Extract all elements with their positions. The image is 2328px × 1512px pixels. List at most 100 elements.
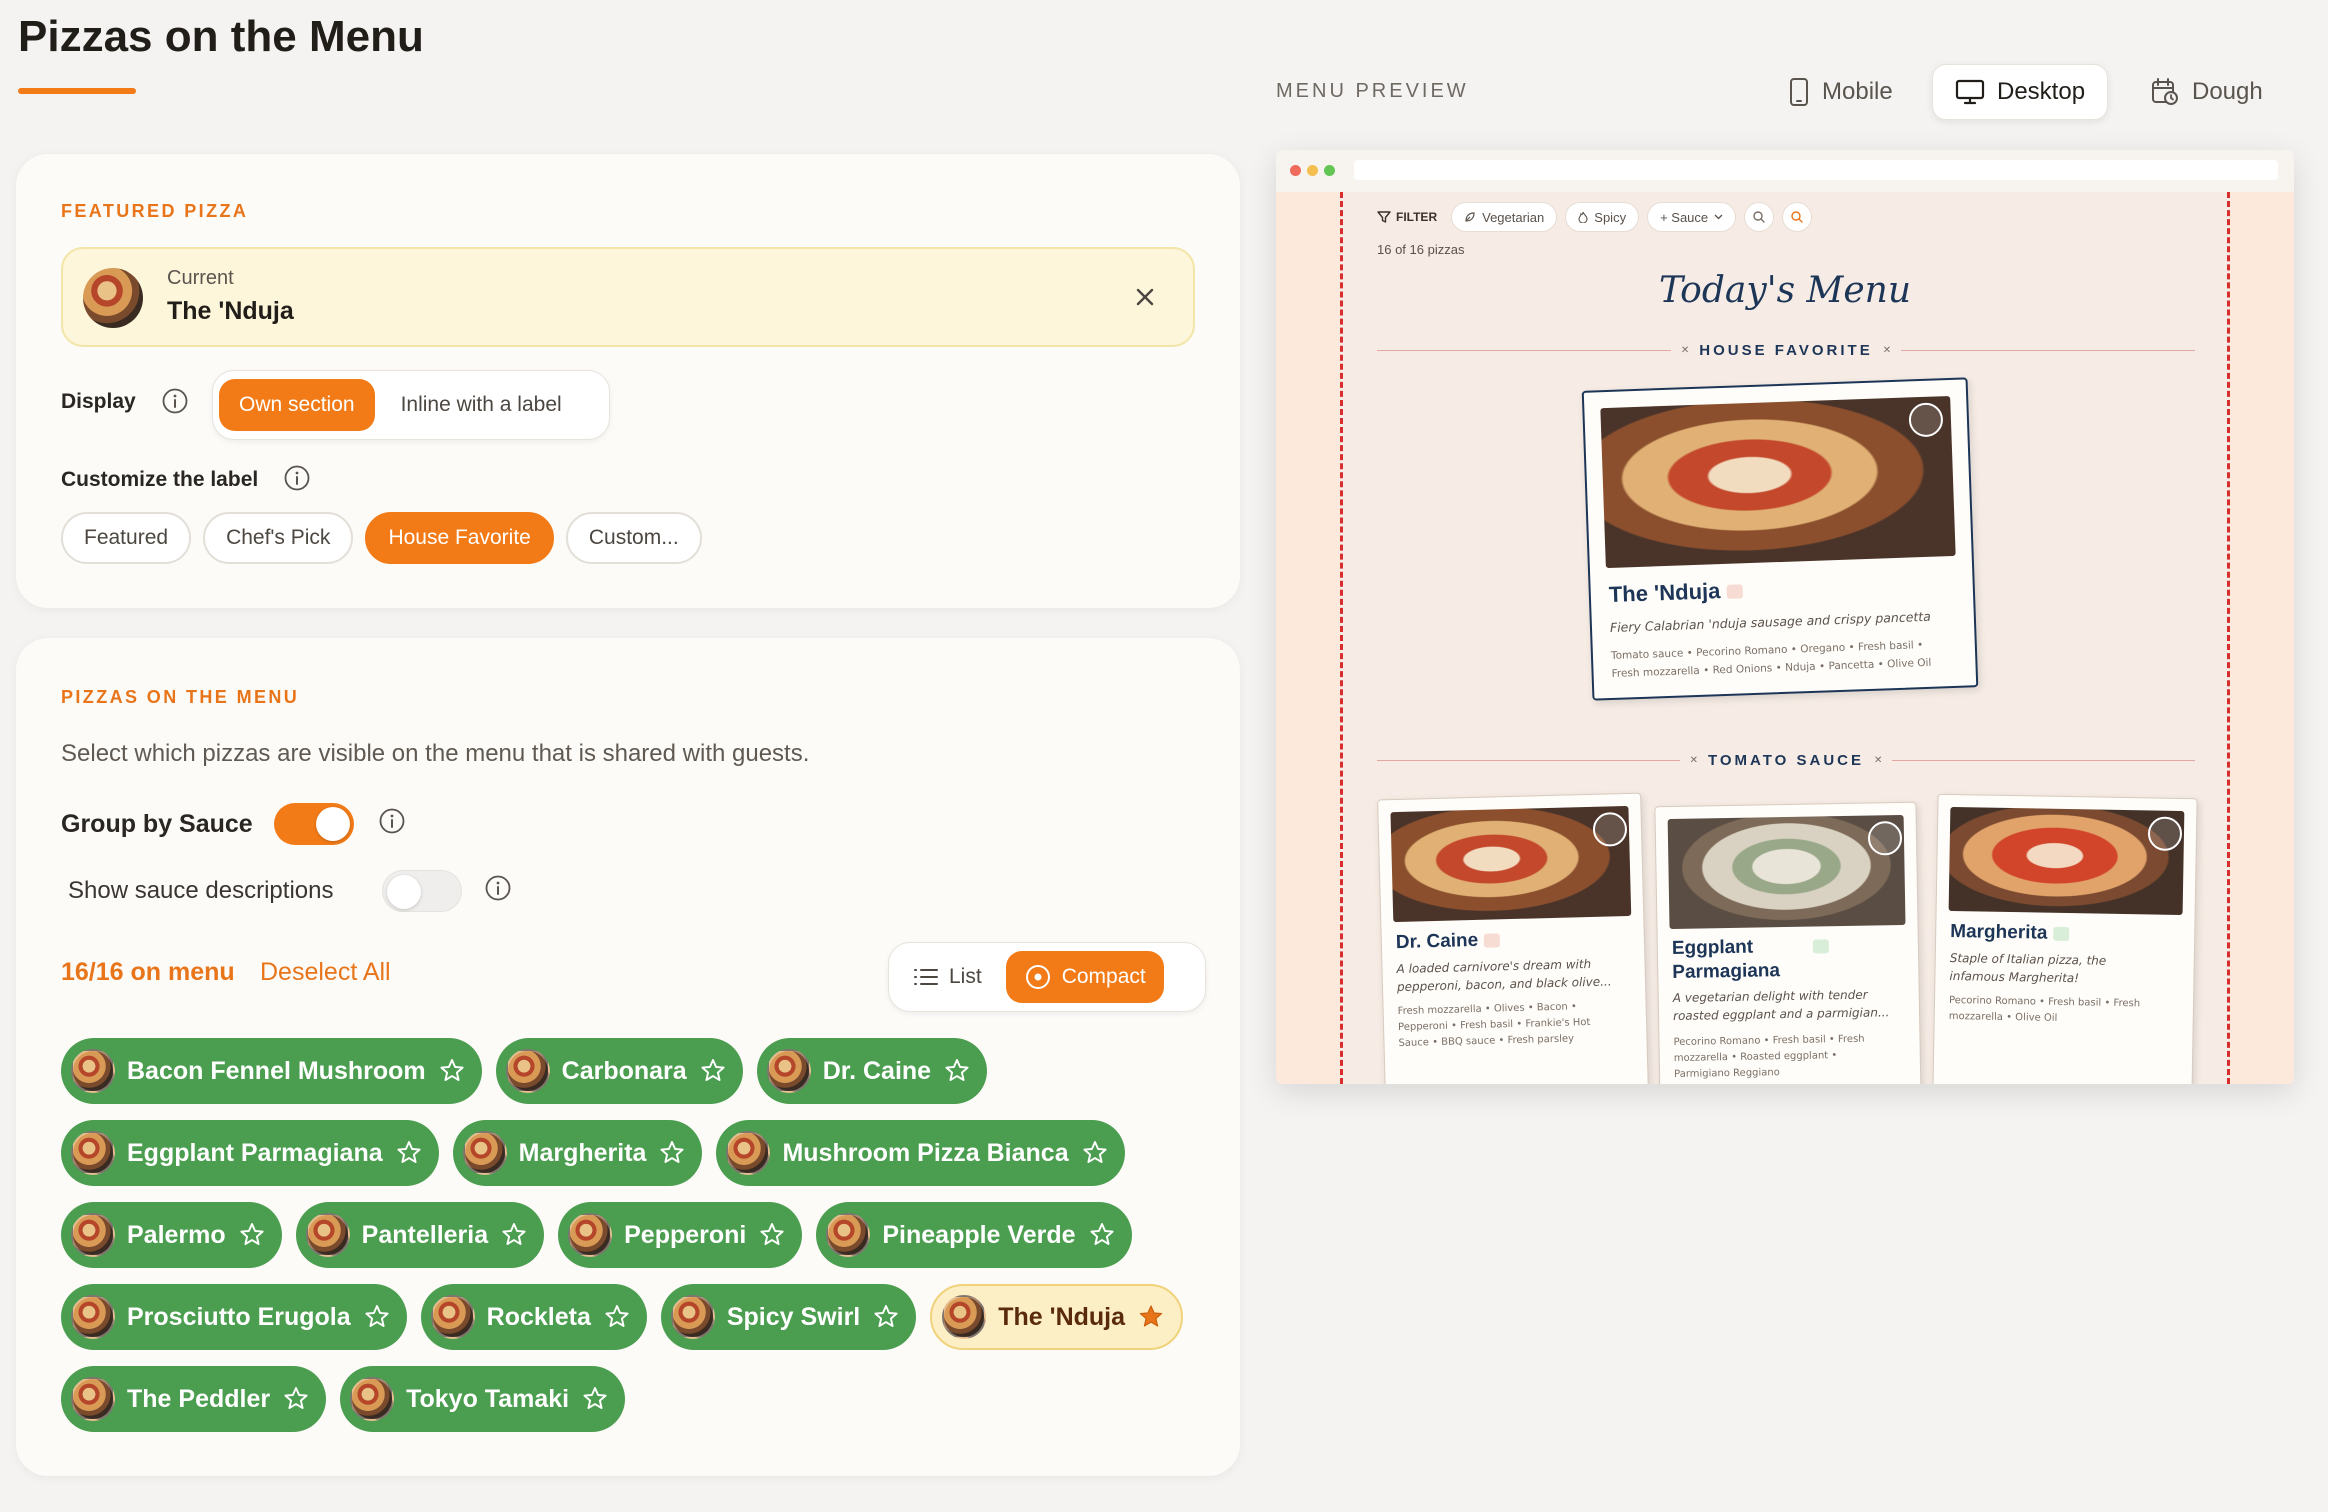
pizza-pill-featured[interactable]: The 'Nduja bbox=[930, 1284, 1184, 1350]
info-icon[interactable] bbox=[484, 874, 512, 902]
address-bar bbox=[1354, 160, 2278, 180]
star-outline-icon[interactable] bbox=[581, 1385, 609, 1413]
star-outline-icon[interactable] bbox=[658, 1139, 686, 1167]
star-filled-icon[interactable] bbox=[1137, 1303, 1165, 1331]
device-desktop-button[interactable]: Desktop bbox=[1932, 64, 2109, 120]
star-outline-icon[interactable] bbox=[758, 1221, 786, 1249]
funnel-icon bbox=[1377, 211, 1391, 223]
filter-chip-vegetarian[interactable]: Vegetarian bbox=[1451, 202, 1558, 232]
group-by-sauce-toggle[interactable] bbox=[274, 803, 354, 845]
pizza-thumbnail bbox=[766, 1049, 811, 1093]
pizza-card[interactable]: Dr. Caine A loaded carnivore's dream wit… bbox=[1377, 792, 1649, 1084]
label-chip-chefs-pick[interactable]: Chef's Pick bbox=[203, 512, 354, 564]
star-outline-icon[interactable] bbox=[500, 1221, 528, 1249]
star-outline-icon[interactable] bbox=[603, 1303, 631, 1331]
pizza-pill[interactable]: The Peddler bbox=[61, 1366, 327, 1432]
pizza-pill[interactable]: Eggplant Parmagiana bbox=[61, 1120, 439, 1186]
info-icon[interactable] bbox=[161, 387, 189, 415]
label-chip-custom[interactable]: Custom... bbox=[565, 512, 702, 564]
card-desc-line: Staple of Italian pizza, the bbox=[1949, 950, 2107, 968]
pizza-thumbnail bbox=[71, 1295, 115, 1339]
pizza-thumbnail bbox=[726, 1131, 771, 1175]
display-inline-button[interactable]: Inline with a label bbox=[381, 379, 582, 431]
section-title: TOMATO SAUCE bbox=[1708, 752, 1865, 769]
star-outline-icon[interactable] bbox=[872, 1303, 900, 1331]
pizza-card[interactable]: Eggplant Parmagiana A vegetarian delight … bbox=[1654, 801, 1922, 1084]
show-sauce-descriptions-toggle[interactable] bbox=[382, 870, 462, 912]
search-button[interactable] bbox=[1744, 202, 1775, 232]
pizza-pill[interactable]: Rockleta bbox=[420, 1284, 647, 1350]
filter-button[interactable]: FILTER bbox=[1377, 210, 1443, 224]
divider bbox=[1892, 760, 2196, 761]
vegetarian-badge-icon bbox=[1813, 939, 1830, 954]
customize-label-heading: Customize the label bbox=[61, 468, 259, 491]
featured-pizza-card: FEATURED PIZZA Current The 'Nduja Displa… bbox=[16, 154, 1240, 608]
device-dough-button[interactable]: Dough bbox=[2128, 64, 2285, 120]
pizza-pill[interactable]: Pantelleria bbox=[295, 1202, 545, 1268]
star-outline-icon[interactable] bbox=[395, 1139, 423, 1167]
pizza-pill[interactable]: Spicy Swirl bbox=[660, 1284, 917, 1350]
pizza-name: Pineapple Verde bbox=[882, 1220, 1076, 1249]
card-name-text: Dr. Caine bbox=[1395, 929, 1479, 954]
deselect-all-link[interactable]: Deselect All bbox=[260, 958, 391, 987]
chevron-down-icon bbox=[1714, 214, 1723, 220]
pizza-pill[interactable]: Carbonara bbox=[495, 1038, 743, 1104]
pizza-count: 16 of 16 pizzas bbox=[1377, 242, 1465, 257]
ornament-icon: ✕ bbox=[1874, 755, 1883, 766]
pizza-name: Pepperoni bbox=[624, 1220, 747, 1249]
pizza-pill[interactable]: Palermo bbox=[61, 1202, 282, 1268]
pizza-pill[interactable]: Dr. Caine bbox=[756, 1038, 988, 1104]
list-view-button[interactable]: List bbox=[895, 951, 1000, 1003]
search-icon bbox=[1753, 211, 1765, 223]
filter-chip-label: + Sauce bbox=[1660, 209, 1709, 225]
star-outline-icon[interactable] bbox=[238, 1221, 266, 1249]
pizza-pill[interactable]: Bacon Fennel Mushroom bbox=[61, 1038, 482, 1104]
label-chip-featured[interactable]: Featured bbox=[61, 512, 192, 564]
compact-view-button[interactable]: Compact bbox=[1005, 951, 1164, 1003]
filter-chip-spicy[interactable]: Spicy bbox=[1565, 202, 1640, 232]
pizza-pill[interactable]: Prosciutto Erugola bbox=[61, 1284, 407, 1350]
pizza-card[interactable]: Margherita Staple of Italian pizza, the … bbox=[1932, 793, 2198, 1084]
menu-title: Today's Menu bbox=[1658, 270, 1912, 311]
pizza-name: Spicy Swirl bbox=[726, 1302, 861, 1331]
card-pizza-name: Eggplant Parmagiana bbox=[1672, 934, 1830, 985]
search-orange-button[interactable] bbox=[1782, 202, 1813, 232]
phone-icon bbox=[1790, 78, 1808, 106]
device-mobile-button[interactable]: Mobile bbox=[1766, 64, 1915, 120]
info-icon[interactable] bbox=[378, 807, 406, 835]
on-menu-count: 16/16 on menu bbox=[61, 958, 235, 986]
star-outline-icon[interactable] bbox=[363, 1303, 391, 1331]
current-pizza-thumbnail bbox=[83, 268, 143, 328]
star-outline-icon[interactable] bbox=[699, 1057, 727, 1085]
pizza-name: Palermo bbox=[127, 1220, 226, 1249]
group-by-sauce-label: Group by Sauce bbox=[61, 810, 253, 838]
filter-chip-sauce[interactable]: + Sauce bbox=[1647, 202, 1737, 232]
pizza-thumbnail bbox=[71, 1377, 115, 1421]
star-outline-icon[interactable] bbox=[438, 1057, 466, 1085]
star-outline-icon[interactable] bbox=[282, 1385, 310, 1413]
toggle-knob bbox=[316, 807, 350, 841]
close-icon[interactable] bbox=[1127, 279, 1163, 315]
ornament-icon: ✕ bbox=[1882, 345, 1892, 356]
pizza-pill[interactable]: Mushroom Pizza Bianca bbox=[716, 1120, 1125, 1186]
pizza-thumbnail bbox=[71, 1049, 115, 1093]
label-chip-house-favorite[interactable]: House Favorite bbox=[365, 512, 554, 564]
star-outline-icon[interactable] bbox=[1081, 1139, 1109, 1167]
card-pizza-name: The 'Nduja bbox=[1608, 577, 1743, 608]
page-title: Pizzas on the Menu bbox=[18, 12, 424, 61]
list-view-label: List bbox=[949, 965, 982, 988]
house-favorite-heading: ✕ HOUSE FAVORITE ✕ bbox=[1377, 342, 2195, 359]
house-favorite-card[interactable]: The 'Nduja Fiery Calabrian 'nduja sausag… bbox=[1581, 377, 1979, 701]
display-own-section-button[interactable]: Own section bbox=[219, 379, 375, 431]
pizza-thumbnail bbox=[505, 1049, 550, 1093]
pizza-name: Dr. Caine bbox=[822, 1056, 932, 1085]
star-outline-icon[interactable] bbox=[943, 1057, 971, 1085]
pizza-pill[interactable]: Margherita bbox=[452, 1120, 703, 1186]
info-icon[interactable] bbox=[283, 464, 311, 492]
menu-section-label: PIZZAS ON THE MENU bbox=[61, 687, 300, 707]
section-title: HOUSE FAVORITE bbox=[1699, 342, 1873, 359]
pizza-pill[interactable]: Pineapple Verde bbox=[816, 1202, 1132, 1268]
star-outline-icon[interactable] bbox=[1088, 1221, 1116, 1249]
pizza-pill[interactable]: Tokyo Tamaki bbox=[340, 1366, 626, 1432]
pizza-pill[interactable]: Pepperoni bbox=[558, 1202, 803, 1268]
